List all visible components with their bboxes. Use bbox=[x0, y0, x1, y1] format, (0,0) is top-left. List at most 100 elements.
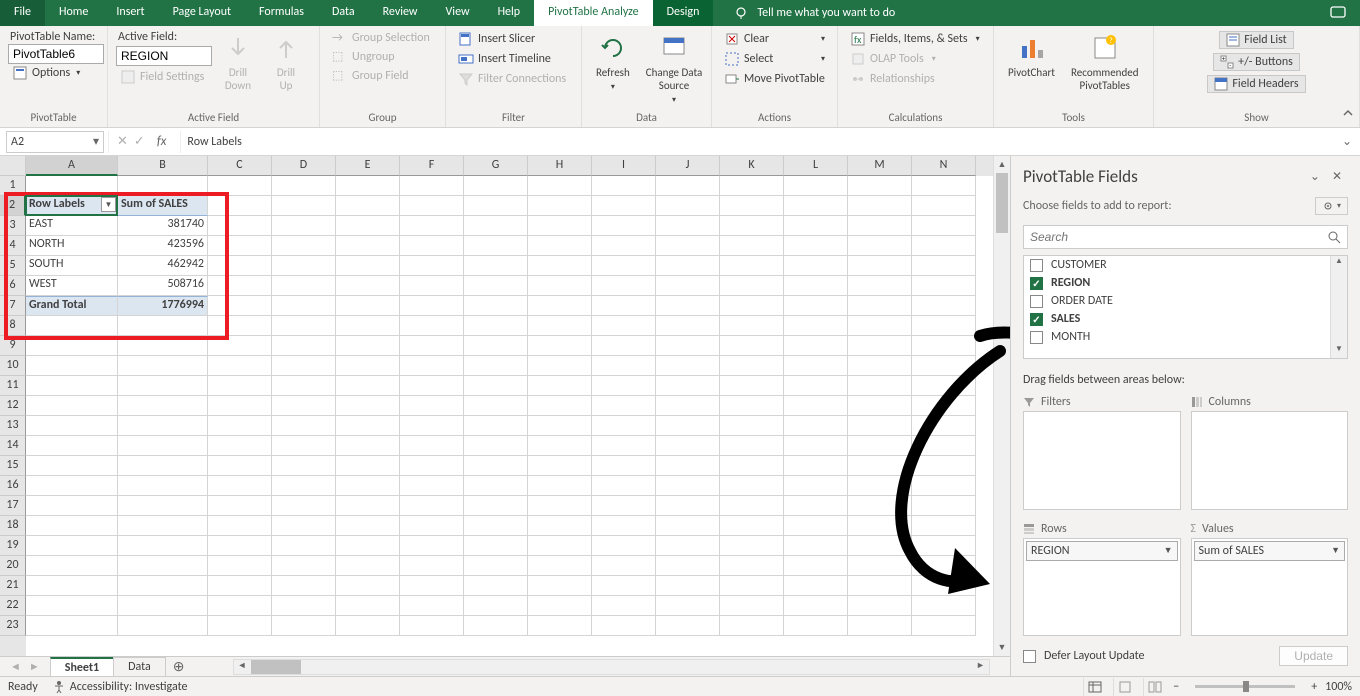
cell-A5[interactable]: SOUTH bbox=[26, 256, 118, 276]
olap-button[interactable]: OLAP Tools▾ bbox=[846, 50, 985, 68]
cell-F20[interactable] bbox=[400, 556, 464, 576]
cell-J4[interactable] bbox=[656, 236, 720, 256]
cell-G4[interactable] bbox=[464, 236, 528, 256]
cell-C2[interactable] bbox=[208, 196, 272, 216]
cell-L15[interactable] bbox=[784, 456, 848, 476]
cell-J6[interactable] bbox=[656, 276, 720, 296]
cell-E6[interactable] bbox=[336, 276, 400, 296]
cell-J21[interactable] bbox=[656, 576, 720, 596]
cell-K7[interactable] bbox=[720, 296, 784, 316]
cell-D4[interactable] bbox=[272, 236, 336, 256]
cell-K21[interactable] bbox=[720, 576, 784, 596]
cell-L23[interactable] bbox=[784, 616, 848, 636]
cell-C17[interactable] bbox=[208, 496, 272, 516]
row-header-21[interactable]: 21 bbox=[0, 576, 26, 596]
cell-G22[interactable] bbox=[464, 596, 528, 616]
cell-K5[interactable] bbox=[720, 256, 784, 276]
cell-M19[interactable] bbox=[848, 536, 912, 556]
row-header-17[interactable]: 17 bbox=[0, 496, 26, 516]
cell-B17[interactable] bbox=[118, 496, 208, 516]
cell-C16[interactable] bbox=[208, 476, 272, 496]
cell-M7[interactable] bbox=[848, 296, 912, 316]
cell-E19[interactable] bbox=[336, 536, 400, 556]
cell-A1[interactable] bbox=[26, 176, 118, 196]
values-dropzone[interactable]: Sum of SALES▼ bbox=[1191, 538, 1349, 637]
cell-I1[interactable] bbox=[592, 176, 656, 196]
cell-F3[interactable] bbox=[400, 216, 464, 236]
group-field-button[interactable]: ⬚Group Field bbox=[328, 67, 437, 84]
normal-view-button[interactable] bbox=[1083, 678, 1105, 696]
cell-M21[interactable] bbox=[848, 576, 912, 596]
cell-A19[interactable] bbox=[26, 536, 118, 556]
cell-I3[interactable] bbox=[592, 216, 656, 236]
cell-D20[interactable] bbox=[272, 556, 336, 576]
cell-F9[interactable] bbox=[400, 336, 464, 356]
chevron-down-icon[interactable]: ▼ bbox=[1331, 545, 1340, 556]
cell-H4[interactable] bbox=[528, 236, 592, 256]
cell-I9[interactable] bbox=[592, 336, 656, 356]
zoom-thumb[interactable] bbox=[1243, 681, 1249, 692]
cell-C19[interactable] bbox=[208, 536, 272, 556]
accessibility-status[interactable]: Accessibility: Investigate bbox=[52, 680, 188, 694]
row-header-8[interactable]: 8 bbox=[0, 316, 26, 336]
cell-D16[interactable] bbox=[272, 476, 336, 496]
cell-G9[interactable] bbox=[464, 336, 528, 356]
field-item-customer[interactable]: CUSTOMER bbox=[1024, 256, 1347, 274]
cell-M16[interactable] bbox=[848, 476, 912, 496]
cell-C22[interactable] bbox=[208, 596, 272, 616]
cell-L2[interactable] bbox=[784, 196, 848, 216]
cell-B3[interactable]: 381740 bbox=[118, 216, 208, 236]
cell-E4[interactable] bbox=[336, 236, 400, 256]
cell-H17[interactable] bbox=[528, 496, 592, 516]
zoom-slider[interactable] bbox=[1195, 685, 1295, 688]
cell-G19[interactable] bbox=[464, 536, 528, 556]
search-input[interactable] bbox=[1030, 230, 1327, 244]
values-pill-sales[interactable]: Sum of SALES▼ bbox=[1194, 541, 1346, 561]
cell-N15[interactable] bbox=[912, 456, 976, 476]
row-header-2[interactable]: 2 bbox=[0, 196, 26, 216]
drill-down-button[interactable]: Drill Down bbox=[216, 30, 260, 94]
cell-F18[interactable] bbox=[400, 516, 464, 536]
field-list-scrollbar[interactable]: ▲ ▼ bbox=[1330, 256, 1347, 358]
cell-D3[interactable] bbox=[272, 216, 336, 236]
cell-M10[interactable] bbox=[848, 356, 912, 376]
pm-buttons-toggle[interactable]: +-+/- Buttons bbox=[1213, 53, 1300, 71]
cell-L3[interactable] bbox=[784, 216, 848, 236]
checkbox[interactable] bbox=[1030, 295, 1043, 308]
cell-J14[interactable] bbox=[656, 436, 720, 456]
cell-F4[interactable] bbox=[400, 236, 464, 256]
cell-B18[interactable] bbox=[118, 516, 208, 536]
insert-slicer-button[interactable]: Insert Slicer bbox=[454, 30, 573, 48]
cell-F17[interactable] bbox=[400, 496, 464, 516]
enter-icon[interactable]: ✓ bbox=[134, 134, 145, 149]
cell-F22[interactable] bbox=[400, 596, 464, 616]
cell-L8[interactable] bbox=[784, 316, 848, 336]
cell-I10[interactable] bbox=[592, 356, 656, 376]
cell-E5[interactable] bbox=[336, 256, 400, 276]
cell-A9[interactable] bbox=[26, 336, 118, 356]
cell-A4[interactable]: NORTH bbox=[26, 236, 118, 256]
cell-D23[interactable] bbox=[272, 616, 336, 636]
field-item-region[interactable]: ✓REGION bbox=[1024, 274, 1347, 292]
cell-H21[interactable] bbox=[528, 576, 592, 596]
defer-checkbox[interactable] bbox=[1023, 650, 1036, 663]
cell-K8[interactable] bbox=[720, 316, 784, 336]
sheet-tab-data[interactable]: Data bbox=[113, 657, 166, 676]
cell-C15[interactable] bbox=[208, 456, 272, 476]
cell-I12[interactable] bbox=[592, 396, 656, 416]
cell-A2[interactable]: Row Labels▼ bbox=[26, 196, 118, 216]
cell-B16[interactable] bbox=[118, 476, 208, 496]
cell-E12[interactable] bbox=[336, 396, 400, 416]
cell-I23[interactable] bbox=[592, 616, 656, 636]
af-input[interactable] bbox=[116, 46, 212, 66]
cell-N19[interactable] bbox=[912, 536, 976, 556]
cell-E17[interactable] bbox=[336, 496, 400, 516]
cell-K11[interactable] bbox=[720, 376, 784, 396]
cell-E7[interactable] bbox=[336, 296, 400, 316]
cell-I15[interactable] bbox=[592, 456, 656, 476]
formula-input[interactable]: Row Labels bbox=[181, 131, 1334, 153]
cell-M14[interactable] bbox=[848, 436, 912, 456]
cell-B19[interactable] bbox=[118, 536, 208, 556]
cell-F12[interactable] bbox=[400, 396, 464, 416]
cell-H18[interactable] bbox=[528, 516, 592, 536]
